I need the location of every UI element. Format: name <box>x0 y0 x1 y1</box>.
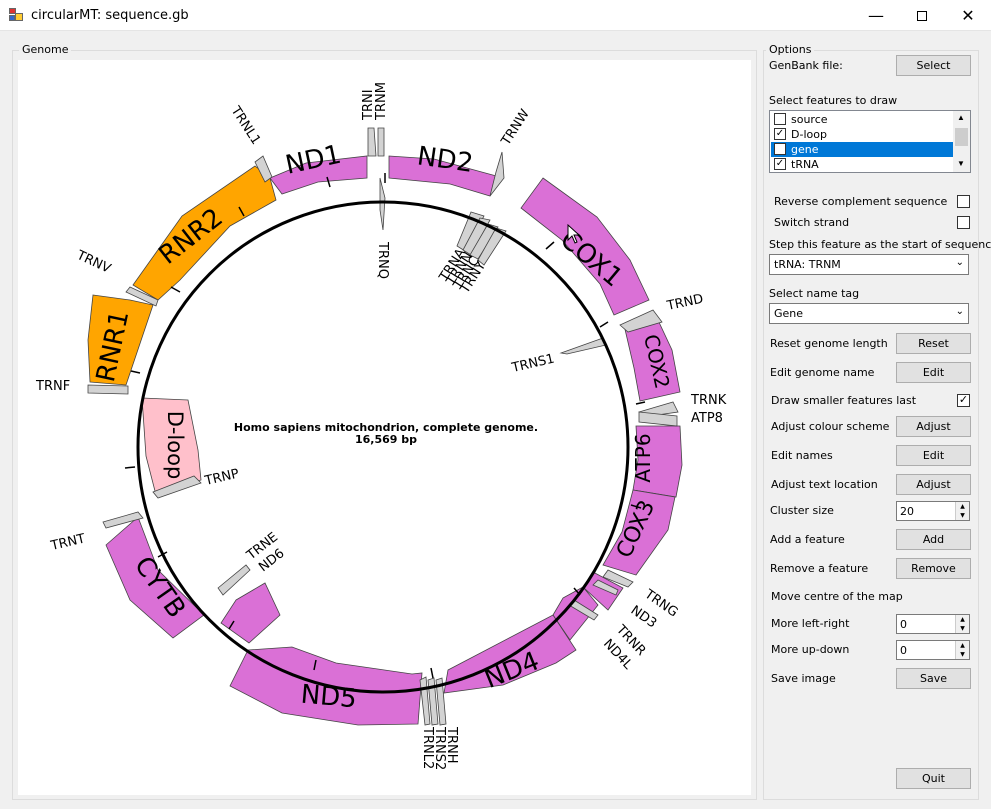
feature-checkbox[interactable] <box>774 113 786 125</box>
adjust-colour-button[interactable]: Adjust <box>896 416 971 437</box>
trnt-label: TRNT <box>49 531 87 554</box>
remove-feature-button[interactable]: Remove <box>896 558 971 579</box>
chevron-down-icon: ⌄ <box>955 306 964 317</box>
features-label: Select features to draw <box>769 94 898 107</box>
smaller-checkbox[interactable]: ✓ <box>957 394 970 407</box>
close-icon[interactable]: ✕ <box>945 0 991 31</box>
cluster-stepper[interactable]: 20 ▲ ▼ <box>896 501 970 521</box>
move-label: Move centre of the map <box>771 590 903 603</box>
feature-item-dloop[interactable]: ✓ D-loop <box>771 127 953 142</box>
reset-label: Reset genome length <box>770 337 888 350</box>
genbank-label: GenBank file: <box>769 59 843 72</box>
trnk-label: TRNK <box>690 393 727 408</box>
smaller-label: Draw smaller features last <box>771 394 917 407</box>
remove-label: Remove a feature <box>770 562 869 575</box>
quit-button[interactable]: Quit <box>896 768 971 789</box>
trnw-label: TRNW <box>498 107 533 149</box>
reverse-checkbox[interactable] <box>957 195 970 208</box>
left-right-stepper[interactable]: 0 ▲ ▼ <box>896 614 970 634</box>
add-label: Add a feature <box>770 533 845 546</box>
genome-map-canvas[interactable]: ND1 ND2 COX1 COX2 ATP6 COX3 ND4 ND5 CYTB… <box>18 60 751 795</box>
trnv-label: TRNV <box>73 248 113 277</box>
trnl1-label: TRNL1 <box>227 103 263 147</box>
genome-group-title: Genome <box>19 43 72 56</box>
feature-item-trna[interactable]: ✓ tRNA <box>771 157 953 172</box>
start-label: Step this feature as the start of sequen… <box>769 238 991 251</box>
genome-map: ND1 ND2 COX1 COX2 ATP6 COX3 ND4 ND5 CYTB… <box>35 82 727 770</box>
nd5-label: ND5 <box>299 680 357 715</box>
stepper-arrows-icon: ▲ ▼ <box>955 615 969 633</box>
save-button[interactable]: Save <box>896 668 971 689</box>
trnp-label: TRNP <box>203 466 241 489</box>
listbox-scrollbar[interactable]: ▲ ▼ <box>953 111 970 172</box>
minimize-icon[interactable]: — <box>853 0 899 31</box>
up-down-stepper[interactable]: 0 ▲ ▼ <box>896 640 970 660</box>
dloop-label: D-loop <box>163 411 187 480</box>
title-bar: circularMT: sequence.gb — ✕ <box>0 0 991 31</box>
trnf-label: TRNF <box>35 379 70 394</box>
left-right-label: More left-right <box>771 617 850 630</box>
stepper-arrows-icon: ▲ ▼ <box>955 502 969 520</box>
reset-button[interactable]: Reset <box>896 333 971 354</box>
start-feature-select[interactable]: tRNA: TRNM ⌄ <box>769 254 969 275</box>
trnd-label: TRND <box>665 292 705 315</box>
feature-item-gene[interactable]: gene <box>771 142 953 157</box>
name-tag-select[interactable]: Gene ⌄ <box>769 303 969 324</box>
app-icon <box>9 8 23 21</box>
edit-genome-button[interactable]: Edit <box>896 362 971 383</box>
text-location-label: Adjust text location <box>771 478 878 491</box>
nd6-gene <box>220 582 281 644</box>
edit-names-button[interactable]: Edit <box>896 445 971 466</box>
window-title: circularMT: sequence.gb <box>31 8 189 23</box>
chevron-down-icon: ⌄ <box>955 257 964 268</box>
stepper-arrows-icon: ▲ ▼ <box>955 641 969 659</box>
maximize-icon[interactable] <box>899 0 945 31</box>
feature-checkbox[interactable] <box>774 143 786 155</box>
save-label: Save image <box>771 672 836 685</box>
atp8-label: ATP8 <box>691 411 723 426</box>
reverse-label: Reverse complement sequence <box>774 195 948 208</box>
cluster-label: Cluster size <box>770 504 834 517</box>
add-feature-button[interactable]: Add <box>896 529 971 550</box>
trnl2-label: TRNL2 <box>420 726 435 769</box>
trnm-label: TRNM <box>374 82 389 121</box>
options-title: Options <box>766 43 815 56</box>
feature-checkbox[interactable]: ✓ <box>774 158 786 170</box>
colour-label: Adjust colour scheme <box>771 420 890 433</box>
features-listbox[interactable]: source ✓ D-loop gene ✓ tRNA ▲ ▼ <box>769 110 971 173</box>
atp6-label: ATP6 <box>631 433 655 482</box>
feature-checkbox[interactable]: ✓ <box>774 128 786 140</box>
switch-label: Switch strand <box>774 216 850 229</box>
switch-checkbox[interactable] <box>957 216 970 229</box>
trnq-label: TRNQ <box>375 241 390 279</box>
adjust-text-button[interactable]: Adjust <box>896 474 971 495</box>
up-down-label: More up-down <box>771 643 850 656</box>
select-button[interactable]: Select <box>896 55 971 76</box>
name-tag-label: Select name tag <box>769 287 860 300</box>
trns1-label: TRNS1 <box>510 352 556 377</box>
genome-length: 16,569 bp <box>355 433 417 446</box>
feature-item-source[interactable]: source <box>771 112 953 127</box>
edit-names-label: Edit names <box>771 449 833 462</box>
edit-genome-label: Edit genome name <box>770 366 875 379</box>
